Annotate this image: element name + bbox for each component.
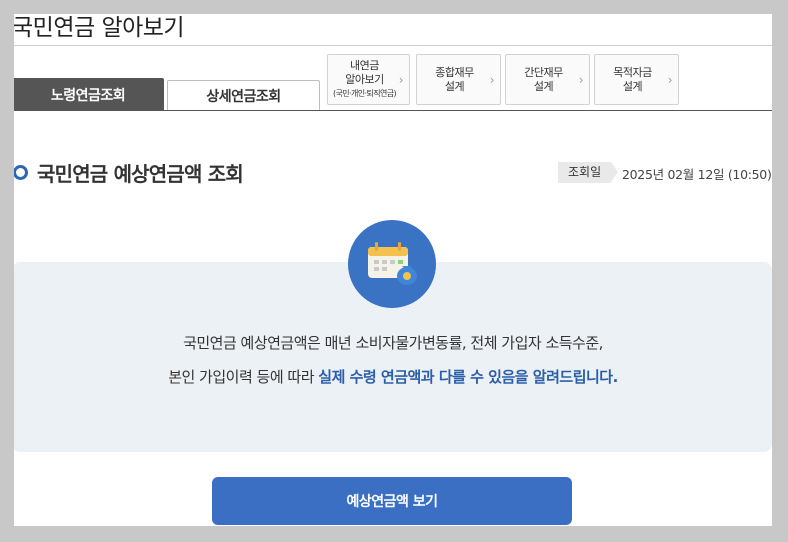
info-text-line2: 본인 가입이력 등에 따라 실제 수령 연금액과 다를 수 있음을 알려드립니다… — [14, 366, 772, 387]
goal-line1: 목적자금 — [613, 65, 652, 79]
comprehensive-line1: 종합재무 — [435, 65, 474, 79]
my-pension-note: (국민·개인·퇴직연금) — [332, 88, 397, 98]
info-text-plain: 본인 가입이력 등에 따라 — [168, 368, 319, 386]
tab-detailed-pension[interactable]: 상세연금조회 — [167, 80, 320, 110]
my-pension-line1: 내연금 — [350, 58, 379, 72]
chevron-right-icon: › — [398, 72, 404, 87]
tabs-divider — [14, 110, 772, 111]
my-pension-line2: 알아보기 — [345, 72, 384, 86]
view-expected-pension-button[interactable]: 예상연금액 보기 — [212, 477, 572, 525]
bullet-circle-icon — [14, 165, 28, 180]
chevron-right-icon: › — [489, 72, 495, 87]
tab-old-age-pension[interactable]: 노령연금조회 — [14, 78, 164, 110]
simple-line1: 간단재무 — [524, 65, 563, 79]
query-date-label: 조회일 — [558, 162, 619, 183]
comprehensive-line2: 설계 — [444, 79, 465, 93]
pension-page: 국민연금 알아보기 노령연금조회 상세연금조회 내연금 알아보기 (국민·개인·… — [14, 14, 772, 526]
info-text-highlight: 실제 수령 연금액과 다를 수 있음을 알려드립니다. — [318, 368, 618, 386]
comprehensive-planning-button[interactable]: 종합재무 설계 › — [416, 54, 501, 105]
my-pension-button[interactable]: 내연금 알아보기 (국민·개인·퇴직연금) › — [327, 54, 410, 105]
section-title: 국민연금 예상연금액 조회 — [37, 162, 244, 186]
page-title: 국민연금 알아보기 — [14, 15, 185, 41]
title-divider — [14, 45, 772, 46]
simple-line2: 설계 — [533, 79, 554, 93]
chevron-right-icon: › — [667, 72, 673, 87]
goal-line2: 설계 — [622, 79, 643, 93]
info-text-line1: 국민연금 예상연금액은 매년 소비자물가변동률, 전체 가입자 소득수준, — [183, 334, 603, 352]
goal-fund-planning-button[interactable]: 목적자금 설계 › — [594, 54, 679, 105]
chevron-right-icon: › — [578, 72, 584, 87]
calendar-money-icon — [348, 220, 436, 308]
query-date-value: 2025년 02월 12일 (10:50) — [622, 167, 772, 182]
simple-planning-button[interactable]: 간단재무 설계 › — [505, 54, 590, 105]
